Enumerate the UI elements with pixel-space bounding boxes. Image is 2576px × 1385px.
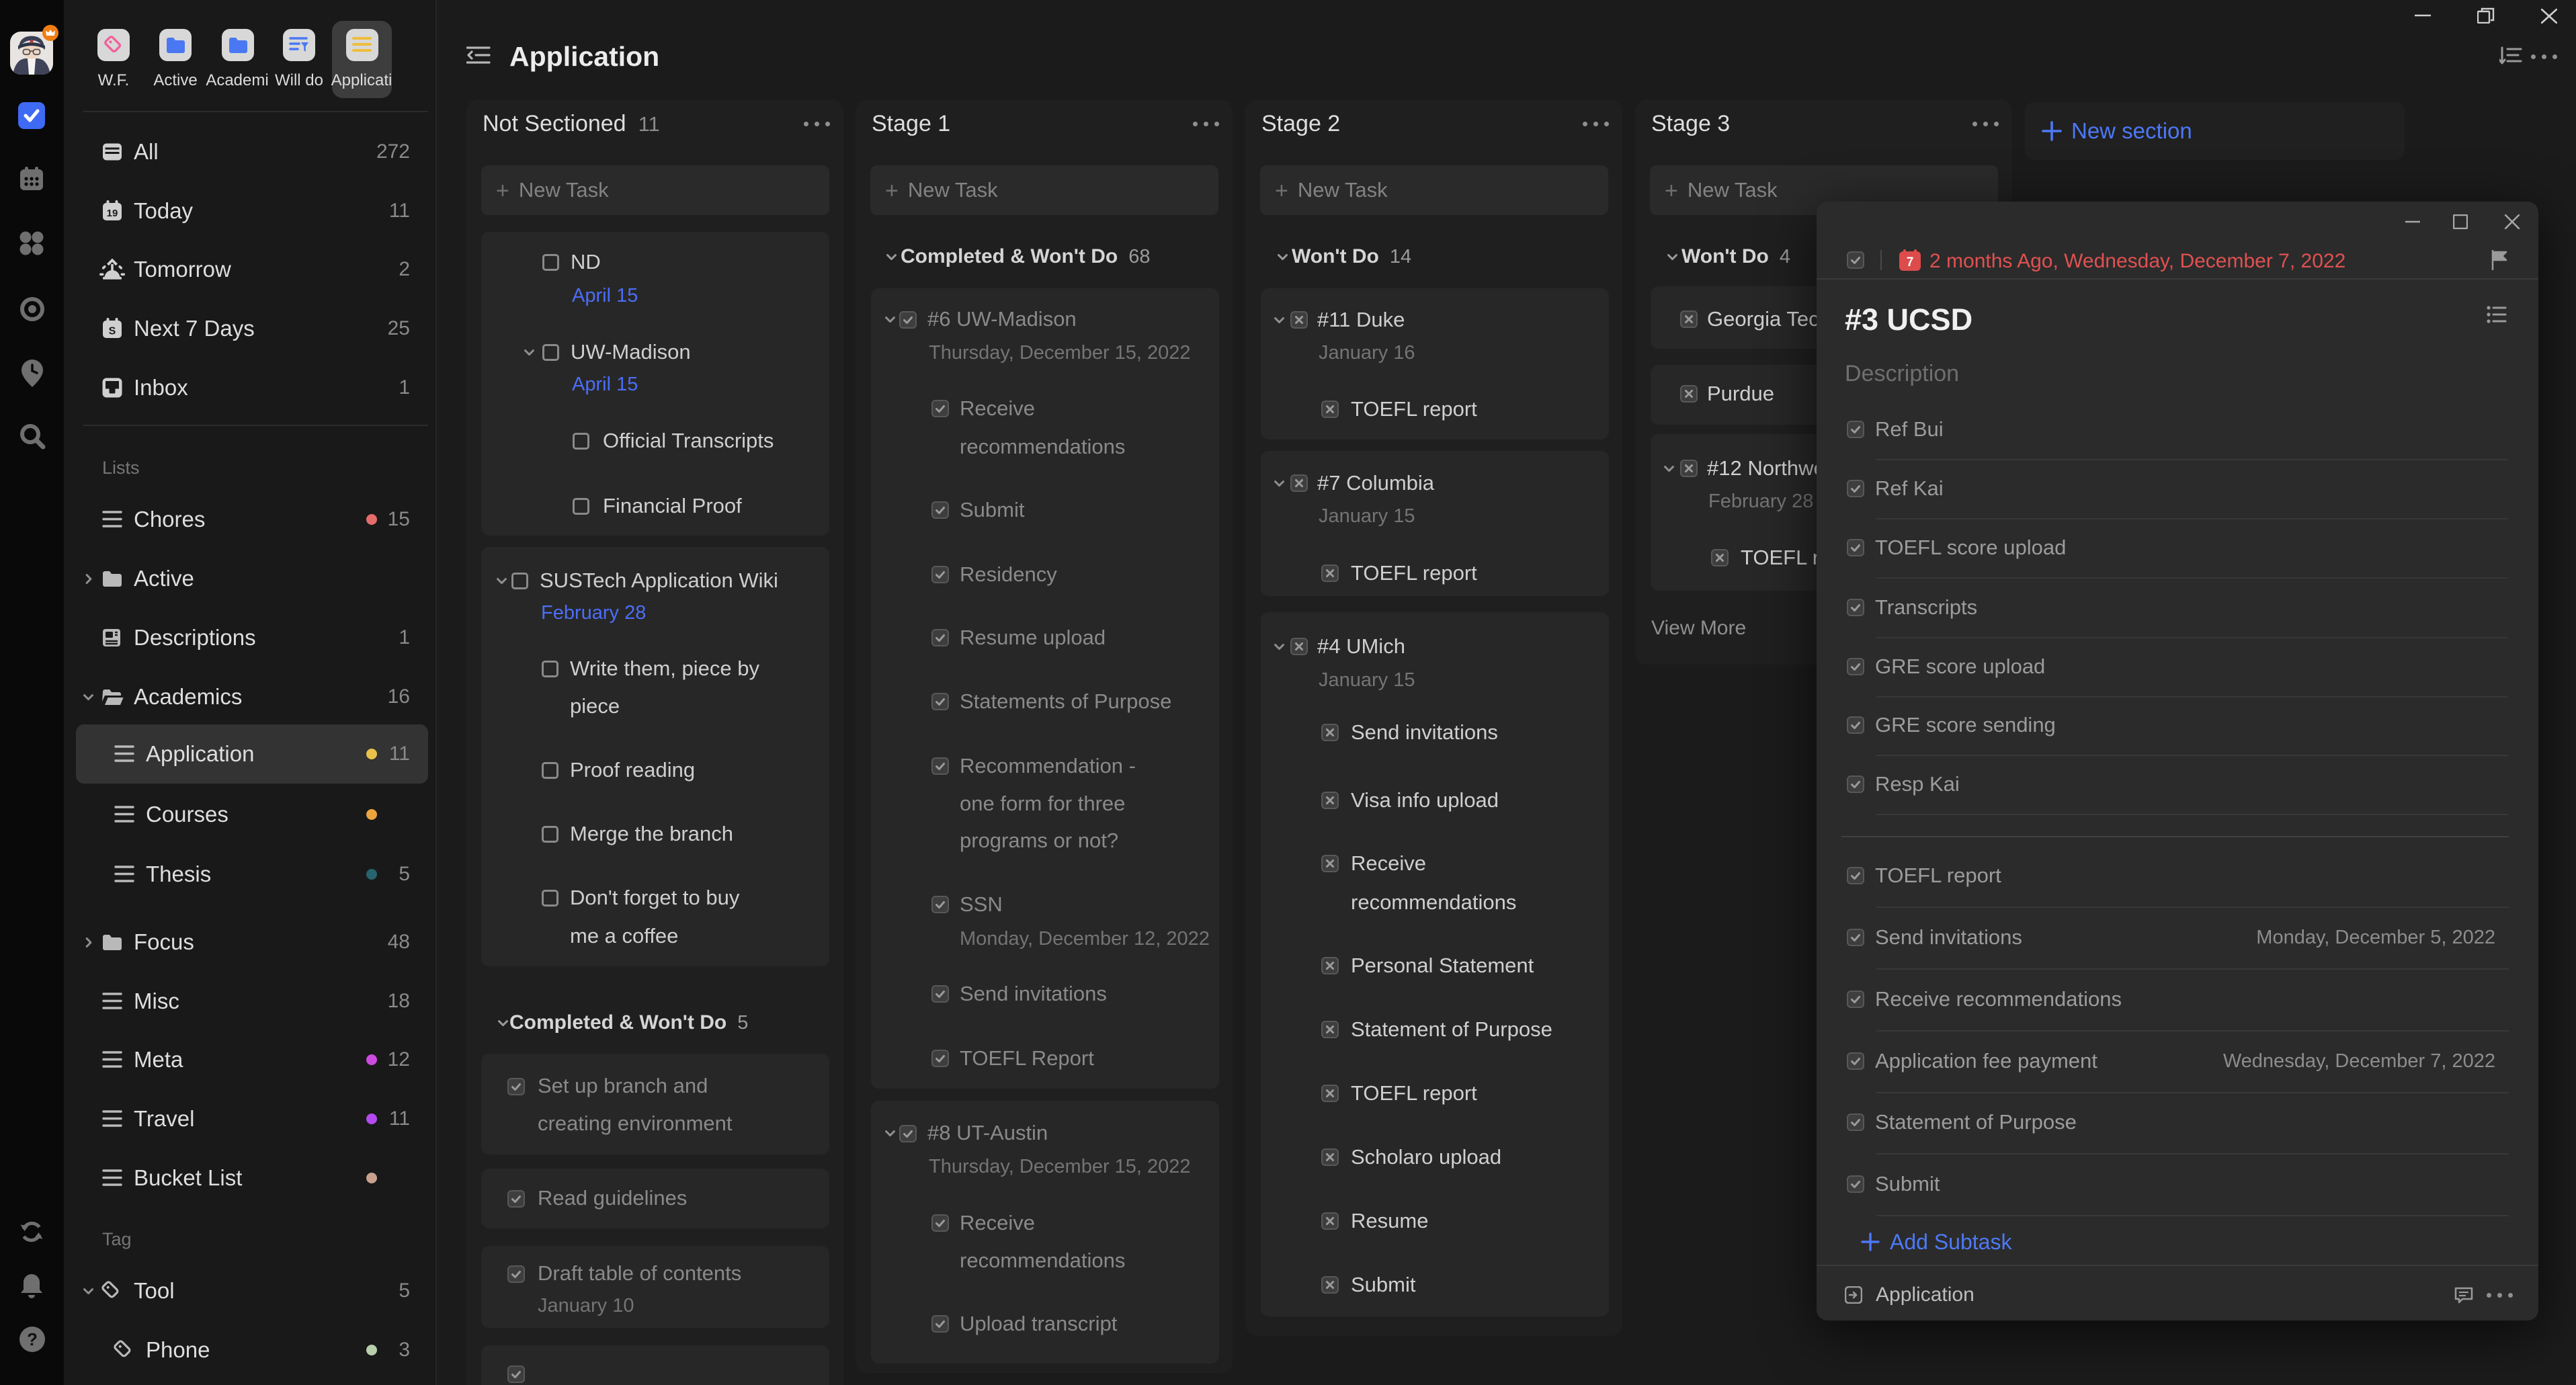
svg-text:19: 19 bbox=[107, 208, 118, 219]
svg-text:?: ? bbox=[27, 1329, 38, 1349]
svg-text:7: 7 bbox=[1907, 255, 1914, 269]
svg-text:S: S bbox=[109, 326, 116, 337]
